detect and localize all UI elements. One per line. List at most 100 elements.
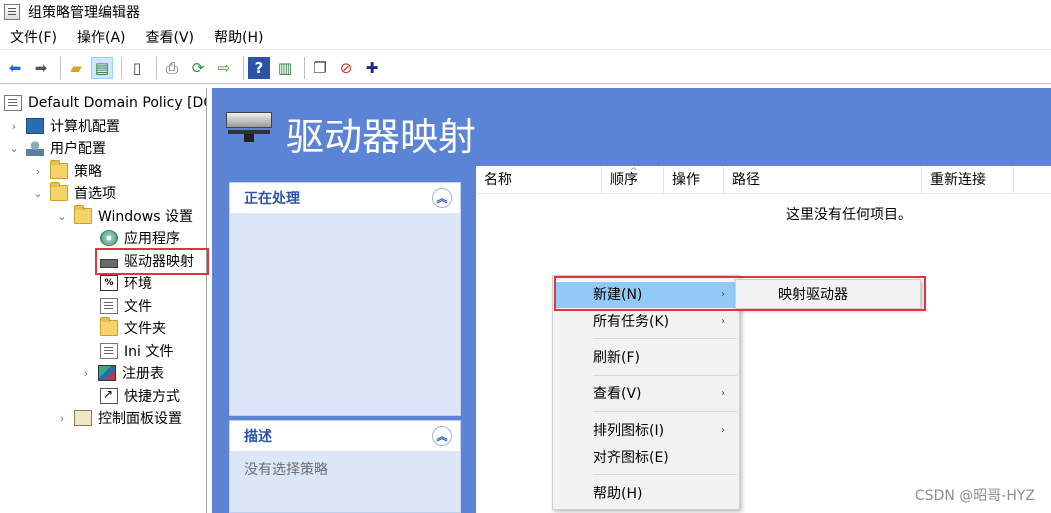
folder-icon <box>74 205 92 224</box>
tree-item-root[interactable]: Default Domain Policy [DC <box>4 92 206 114</box>
tree-item-label: 文件 <box>124 299 152 315</box>
tree-item-applications[interactable]: 应用程序 <box>100 227 180 249</box>
menu-separator <box>593 338 737 339</box>
processing-card-title: 正在处理 <box>244 191 300 207</box>
context-menu-line-up-icons[interactable]: 对齐图标(E) <box>555 445 739 471</box>
chevron-down-icon[interactable]: ⌄ <box>32 187 44 200</box>
folder-icon <box>100 317 118 336</box>
tree-item-ini-files[interactable]: Ini 文件 <box>100 340 173 362</box>
description-card-title: 描述 <box>244 429 272 445</box>
header-banner: 驱动器映射 <box>212 88 1051 166</box>
tree-item-label: 计算机配置 <box>50 119 120 135</box>
context-menu-all-tasks[interactable]: 所有任务(K) › <box>555 309 739 335</box>
menu-action[interactable]: 操作(A) <box>67 26 136 50</box>
back-icon[interactable]: ⬅ <box>4 57 26 79</box>
column-header-order[interactable]: ^ 顺序 <box>602 166 664 194</box>
chevron-right-icon[interactable]: › <box>8 120 20 133</box>
description-card: 描述 ︽ 没有选择策略 <box>229 420 461 513</box>
context-menu-label: 查看(V) <box>593 386 642 402</box>
policy-document-icon <box>4 95 22 111</box>
help-icon[interactable]: ? <box>248 56 270 79</box>
chevron-right-icon[interactable]: › <box>32 165 44 178</box>
tree-item-files[interactable]: 文件 <box>100 295 152 317</box>
show-hide-tree-icon[interactable]: ▤ <box>91 56 113 79</box>
ini-file-icon <box>100 343 118 359</box>
computer-icon <box>26 118 44 134</box>
context-menu-label: 所有任务(K) <box>593 314 670 330</box>
forward-icon[interactable]: ➡ <box>30 57 52 79</box>
list-header: 名称 ^ 顺序 操作 路径 重新连接 <box>476 166 1051 194</box>
context-menu-label: 帮助(H) <box>593 486 643 502</box>
highlight-box-menu <box>554 276 926 311</box>
tree-item-label: 应用程序 <box>124 231 180 247</box>
show-hide-action-pane-icon[interactable]: ▥ <box>274 57 296 79</box>
folder-icon <box>50 160 68 179</box>
refresh-icon[interactable]: ⟳ <box>187 57 209 79</box>
column-header-reconnect[interactable]: 重新连接 <box>922 166 1014 194</box>
menu-separator <box>593 375 737 376</box>
control-panel-icon <box>74 410 92 426</box>
menu-bar: 文件(F) 操作(A) 查看(V) 帮助(H) <box>0 26 1051 50</box>
watermark-text: CSDN @昭哥-HYZ <box>914 488 1035 504</box>
environment-percent-icon: % <box>100 275 118 291</box>
toolbar-separator <box>60 56 61 79</box>
empty-list-message: 这里没有任何项目。 <box>786 207 912 223</box>
tree-item-user-config[interactable]: ⌄ 用户配置 <box>8 137 106 159</box>
chevron-right-icon[interactable]: › <box>56 412 68 425</box>
column-header-name[interactable]: 名称 <box>476 166 602 194</box>
context-menu-refresh[interactable]: 刷新(F) <box>555 345 739 371</box>
context-menu-view[interactable]: 查看(V) › <box>555 381 739 407</box>
tree-item-preferences[interactable]: ⌄ 首选项 <box>32 182 116 204</box>
chevron-right-icon: › <box>721 388 725 399</box>
tree-item-windows-settings[interactable]: ⌄ Windows 设置 <box>56 205 193 227</box>
collapse-chevron-up-icon[interactable]: ︽ <box>432 426 452 446</box>
up-folder-icon[interactable]: ▰ <box>65 57 87 79</box>
tree-item-label: 策略 <box>74 164 102 180</box>
chevron-right-icon: › <box>721 425 725 436</box>
processing-card-header[interactable]: 正在处理 ︽ <box>230 183 460 213</box>
context-menu-label: 排列图标(I) <box>593 423 665 439</box>
column-header-action[interactable]: 操作 <box>664 166 724 194</box>
chevron-down-icon[interactable]: ⌄ <box>8 142 20 155</box>
properties-icon[interactable]: ▯ <box>126 57 148 79</box>
tree-item-folders[interactable]: 文件夹 <box>100 317 166 339</box>
chevron-down-icon[interactable]: ⌄ <box>56 210 68 223</box>
network-drive-icon <box>226 112 272 142</box>
tree-item-label: 环境 <box>124 276 152 292</box>
menu-view[interactable]: 查看(V) <box>136 26 205 50</box>
context-menu-arrange-icons[interactable]: 排列图标(I) › <box>555 418 739 444</box>
new-window-icon[interactable]: ❐ <box>309 57 331 79</box>
print-icon[interactable]: ⎙ <box>161 57 183 79</box>
registry-icon <box>98 365 116 381</box>
context-menu-label: 对齐图标(E) <box>593 450 669 466</box>
policy-editor-app-icon <box>4 4 20 20</box>
chevron-right-icon[interactable]: › <box>80 367 92 380</box>
tree-item-environment[interactable]: % 环境 <box>100 272 152 294</box>
window-title: 组策略管理编辑器 <box>28 5 140 21</box>
tree-item-policies[interactable]: › 策略 <box>32 160 102 182</box>
menu-separator <box>593 474 737 475</box>
user-icon <box>26 140 44 156</box>
shortcut-icon <box>100 387 118 404</box>
tree-item-label: 首选项 <box>74 186 116 202</box>
export-list-icon[interactable]: ⇨ <box>213 57 235 79</box>
column-header-path[interactable]: 路径 <box>724 166 922 194</box>
collapse-chevron-up-icon[interactable]: ︽ <box>432 188 452 208</box>
tree-item-control-panel[interactable]: › 控制面板设置 <box>56 407 182 429</box>
sort-caret-icon: ^ <box>630 167 638 177</box>
highlight-box-tree-item <box>95 248 209 275</box>
tree-item-label: 文件夹 <box>124 321 166 337</box>
navigation-tree: Default Domain Policy [DC › 计算机配置 ⌄ 用户配置… <box>0 88 207 513</box>
toolbar-separator <box>304 56 305 79</box>
menu-help[interactable]: 帮助(H) <box>204 26 273 50</box>
description-text: 没有选择策略 <box>244 462 328 478</box>
tree-item-shortcuts[interactable]: 快捷方式 <box>100 385 180 407</box>
menu-file[interactable]: 文件(F) <box>0 26 67 50</box>
context-menu-help[interactable]: 帮助(H) <box>555 481 739 507</box>
description-card-header[interactable]: 描述 ︽ <box>230 421 460 451</box>
tree-item-registry[interactable]: › 注册表 <box>80 362 164 384</box>
tree-item-computer-config[interactable]: › 计算机配置 <box>8 115 120 137</box>
folder-icon <box>50 182 68 201</box>
add-icon[interactable]: ✚ <box>361 57 383 79</box>
delete-icon[interactable]: ⊘ <box>335 57 357 79</box>
